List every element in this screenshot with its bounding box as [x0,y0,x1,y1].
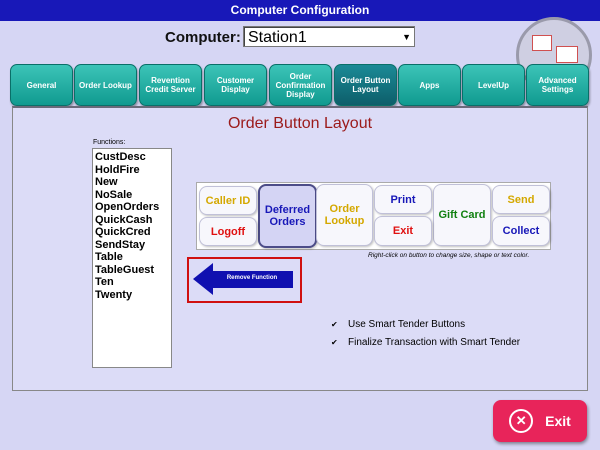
tab-label: Advanced Settings [538,76,577,94]
functions-list[interactable]: CustDesc HoldFire New NoSale OpenOrders … [92,148,172,368]
tab-levelup[interactable]: LevelUp [462,64,525,106]
tab-order-button-layout[interactable]: Order Button Layout [334,64,397,106]
tab-label: Customer Display [216,76,255,94]
exit-label: Exit [545,413,571,429]
layout-hint: Right-click on button to change size, sh… [368,252,530,259]
list-item[interactable]: HoldFire [95,164,171,177]
caller-id-button[interactable]: Caller ID [199,186,257,215]
list-item[interactable]: SendStay [95,239,171,252]
list-item[interactable]: QuickCash [95,214,171,227]
tab-bar: General Order Lookup Revention Credit Se… [10,64,590,106]
page-title: Order Button Layout [227,115,373,132]
tab-label: Revention Credit Server [145,76,196,94]
arrow-left-icon[interactable] [193,263,213,295]
tab-order-lookup[interactable]: Order Lookup [74,64,137,106]
list-item[interactable]: Twenty [95,289,171,302]
tab-label: Order Button Layout [340,76,391,94]
exit-button[interactable]: ✕ Exit [493,400,587,442]
checkmark-icon[interactable]: ✔ [331,321,338,329]
gift-card-button[interactable]: Gift Card [433,184,491,246]
tab-general[interactable]: General [10,64,73,106]
checkbox-label: Finalize Transaction with Smart Tender [348,337,521,348]
computer-select-value: Station1 [248,29,307,46]
exit-order-button[interactable]: Exit [374,216,432,246]
list-item[interactable]: CustDesc [95,151,171,164]
chevron-down-icon[interactable]: ▼ [402,27,411,48]
list-item[interactable]: Ten [95,276,171,289]
list-item[interactable]: New [95,176,171,189]
checkmark-icon[interactable]: ✔ [331,339,338,347]
finalize-smart-tender-checkbox[interactable]: ✔ Finalize Transaction with Smart Tender [331,337,520,348]
remove-function-label: Remove Function [226,275,278,281]
computer-select[interactable]: Station1 ▼ [243,26,415,47]
print-button[interactable]: Print [374,185,432,214]
list-item[interactable]: OpenOrders [95,201,171,214]
send-button[interactable]: Send [492,185,550,214]
tab-customer-display[interactable]: Customer Display [204,64,267,106]
close-icon: ✕ [509,409,534,433]
computer-label: Computer: [165,29,241,46]
monitor-screen-icon [532,35,552,51]
smart-tender-checkbox[interactable]: ✔ Use Smart Tender Buttons [331,319,465,330]
tab-label: Order Lookup [79,80,132,90]
window-title: Computer Configuration [0,0,600,21]
monitor-screen-icon [556,46,578,63]
deferred-orders-button[interactable]: Deferred Orders [258,184,317,248]
tab-revention-credit-server[interactable]: Revention Credit Server [139,64,202,106]
list-item[interactable]: QuickCred [95,226,171,239]
list-item[interactable]: Table [95,251,171,264]
tab-label: LevelUp [477,80,510,90]
tab-advanced-settings[interactable]: Advanced Settings [526,64,589,106]
collect-button[interactable]: Collect [492,216,550,246]
order-button-grid: Caller ID Deferred Orders Order Lookup P… [196,182,551,250]
order-lookup-button[interactable]: Order Lookup [316,184,373,246]
tab-label: Apps [419,80,440,90]
tab-label: General [26,80,57,90]
tab-label: Order Confirmation Display [275,71,326,99]
list-item[interactable]: NoSale [95,189,171,202]
tab-apps[interactable]: Apps [398,64,461,106]
functions-label: Functions: [93,139,126,146]
logoff-button[interactable]: Logoff [199,217,257,246]
checkbox-label: Use Smart Tender Buttons [348,319,466,330]
list-item[interactable]: TableGuest [95,264,171,277]
tab-order-confirmation-display[interactable]: Order Confirmation Display [269,64,332,106]
